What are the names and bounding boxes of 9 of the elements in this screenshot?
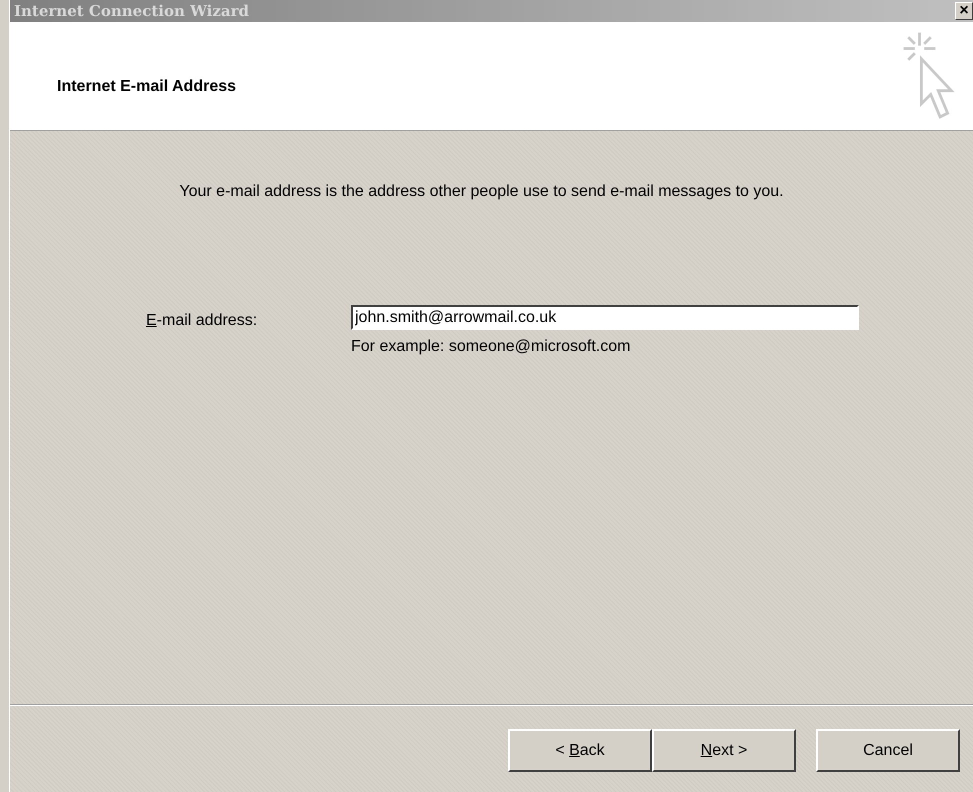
example-hint: For example: someone@microsoft.com bbox=[351, 338, 632, 356]
wizard-button[interactable]: Next > bbox=[652, 729, 796, 772]
window-title: Internet Connection Wizard bbox=[13, 2, 249, 20]
close-button[interactable]: × bbox=[955, 2, 973, 20]
description: Your e-mail address is the address other people use to send e-mail messages to you. bbox=[178, 183, 785, 201]
wizard-button[interactable]: Cancel bbox=[816, 729, 960, 772]
page-title: Internet E-mail Address bbox=[57, 78, 236, 96]
wizard-button[interactable]: < Back bbox=[508, 729, 652, 772]
field-label: E-mail address: bbox=[146, 311, 258, 331]
